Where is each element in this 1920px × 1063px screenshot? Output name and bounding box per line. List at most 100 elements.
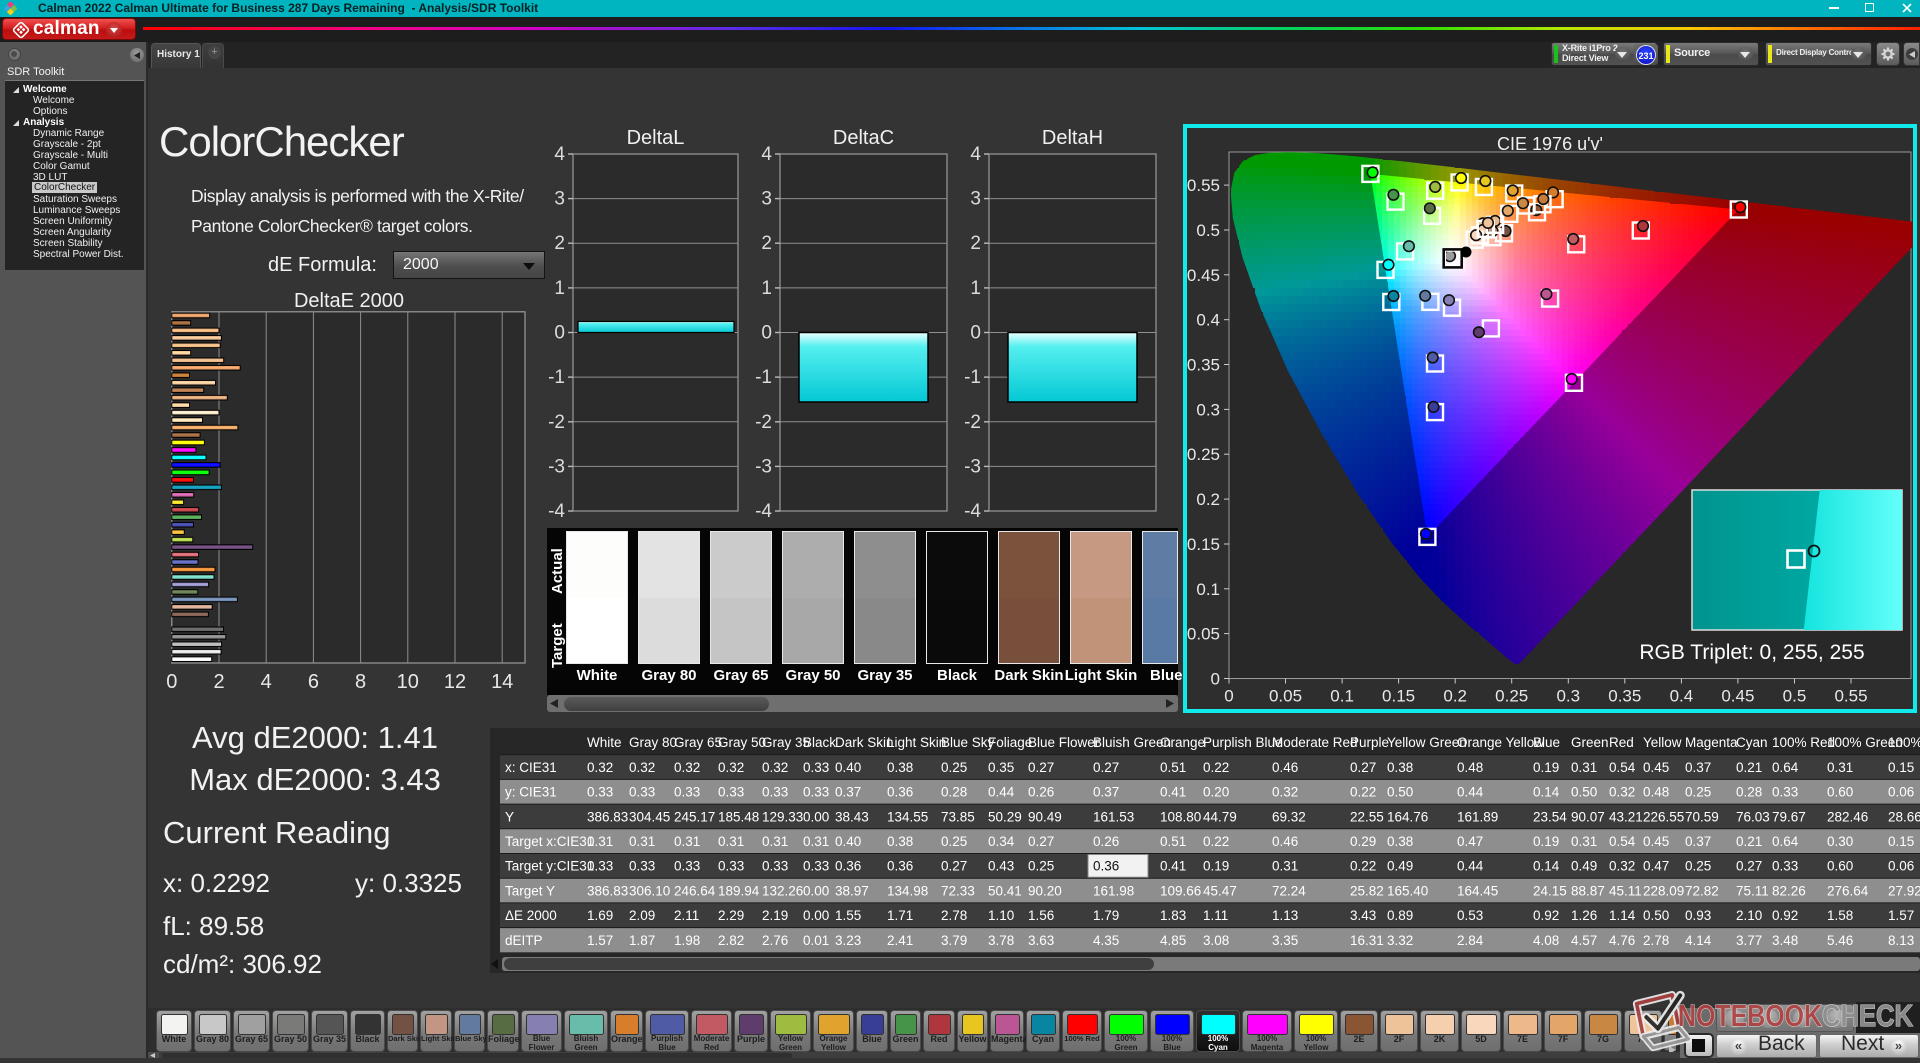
svg-text:4.14: 4.14 (1685, 933, 1712, 948)
svg-text:73.85: 73.85 (941, 809, 975, 824)
svg-text:282.46: 282.46 (1827, 809, 1868, 824)
svg-text:dEITP: dEITP (505, 933, 543, 948)
svg-text:0.26: 0.26 (1028, 785, 1054, 800)
svg-text:16.31: 16.31 (1350, 933, 1384, 948)
svg-text:0.33: 0.33 (587, 785, 613, 800)
svg-text:0.33: 0.33 (718, 785, 744, 800)
svg-text:Orange Yellow: Orange Yellow (1457, 735, 1544, 750)
svg-text:DeltaE 2000: DeltaE 2000 (294, 290, 404, 312)
svg-text:2.78: 2.78 (1643, 933, 1669, 948)
svg-text:79.67: 79.67 (1772, 809, 1806, 824)
svg-text:1: 1 (970, 278, 981, 299)
svg-text:Black: Black (803, 735, 836, 750)
svg-text:Dark Skin: Dark Skin (835, 735, 894, 750)
svg-text:0.44: 0.44 (1457, 859, 1484, 874)
svg-text:72.24: 72.24 (1272, 883, 1306, 898)
svg-text:2.19: 2.19 (762, 908, 788, 923)
svg-text:0.22: 0.22 (1350, 785, 1376, 800)
svg-text:-1: -1 (755, 367, 772, 388)
svg-text:2: 2 (970, 233, 981, 254)
svg-text:72.82: 72.82 (1685, 883, 1719, 898)
svg-text:0.31: 0.31 (1571, 760, 1597, 775)
svg-text:0: 0 (554, 323, 565, 344)
svg-text:0.35: 0.35 (988, 760, 1014, 775)
svg-text:27.92: 27.92 (1888, 883, 1920, 898)
svg-text:4.35: 4.35 (1093, 933, 1119, 948)
svg-text:Gray 65: Gray 65 (674, 735, 722, 750)
svg-text:-2: -2 (548, 412, 565, 433)
svg-text:161.53: 161.53 (1093, 809, 1134, 824)
svg-text:0.31: 0.31 (674, 834, 700, 849)
svg-text:Green: Green (1571, 735, 1609, 750)
svg-text:0.50: 0.50 (1571, 785, 1597, 800)
svg-text:DeltaL: DeltaL (627, 127, 685, 149)
svg-text:0.44: 0.44 (988, 785, 1015, 800)
svg-text:245.17: 245.17 (674, 809, 715, 824)
svg-text:1.56: 1.56 (1028, 908, 1054, 923)
svg-text:0.19: 0.19 (1533, 834, 1559, 849)
svg-text:1.69: 1.69 (587, 908, 613, 923)
svg-text:1.55: 1.55 (835, 908, 861, 923)
svg-text:386.83: 386.83 (587, 809, 628, 824)
svg-text:0.32: 0.32 (718, 760, 744, 775)
svg-text:Red: Red (1609, 735, 1634, 750)
svg-text:25.82: 25.82 (1350, 883, 1384, 898)
svg-text:0.25: 0.25 (1685, 859, 1711, 874)
svg-text:2.82: 2.82 (718, 933, 744, 948)
svg-text:164.45: 164.45 (1457, 883, 1498, 898)
svg-text:0.31: 0.31 (587, 834, 613, 849)
svg-text:0.27: 0.27 (1028, 834, 1054, 849)
svg-text:8: 8 (355, 671, 366, 693)
svg-text:0.31: 0.31 (1272, 859, 1298, 874)
svg-text:Yellow: Yellow (1643, 735, 1682, 750)
svg-text:0.51: 0.51 (1160, 760, 1186, 775)
svg-text:Blue Flower: Blue Flower (1028, 735, 1100, 750)
svg-text:-3: -3 (548, 456, 565, 477)
svg-text:4.57: 4.57 (1571, 933, 1597, 948)
svg-text:12: 12 (444, 671, 466, 693)
svg-text:2: 2 (761, 233, 772, 254)
svg-text:0.31: 0.31 (718, 834, 744, 849)
svg-text:0.31: 0.31 (629, 834, 655, 849)
svg-text:Target x:CIE31: Target x:CIE31 (505, 834, 594, 849)
svg-text:0.22: 0.22 (1350, 859, 1376, 874)
svg-text:0.44: 0.44 (1457, 785, 1484, 800)
svg-text:4: 4 (761, 144, 772, 165)
svg-text:23.54: 23.54 (1533, 809, 1567, 824)
svg-text:3: 3 (761, 189, 772, 210)
svg-text:0.41: 0.41 (1160, 859, 1186, 874)
svg-text:45.47: 45.47 (1203, 883, 1237, 898)
svg-text:0.27: 0.27 (941, 859, 967, 874)
svg-text:-4: -4 (964, 501, 981, 522)
svg-text:1.10: 1.10 (988, 908, 1014, 923)
svg-text:0: 0 (970, 323, 981, 344)
svg-text:1.13: 1.13 (1272, 908, 1298, 923)
svg-text:0.49: 0.49 (1387, 859, 1413, 874)
svg-text:0.00: 0.00 (803, 809, 829, 824)
svg-text:0.21: 0.21 (1736, 760, 1762, 775)
svg-text:100%: 100% (1888, 735, 1920, 750)
svg-text:-2: -2 (755, 412, 772, 433)
svg-text:72.33: 72.33 (941, 883, 975, 898)
svg-text:0.01: 0.01 (803, 933, 829, 948)
svg-text:0.26: 0.26 (1093, 834, 1119, 849)
svg-text:5.46: 5.46 (1827, 933, 1853, 948)
svg-text:0.28: 0.28 (1736, 785, 1762, 800)
svg-text:0.33: 0.33 (629, 859, 655, 874)
svg-text:0.41: 0.41 (1160, 785, 1186, 800)
svg-text:386.83: 386.83 (587, 883, 628, 898)
svg-text:1.57: 1.57 (1888, 908, 1914, 923)
svg-text:185.48: 185.48 (718, 809, 759, 824)
svg-text:0.92: 0.92 (1772, 908, 1798, 923)
svg-text:Moderate Red: Moderate Red (1272, 735, 1358, 750)
svg-text:3.79: 3.79 (941, 933, 967, 948)
svg-text:0.33: 0.33 (803, 785, 829, 800)
svg-text:0.25: 0.25 (941, 760, 967, 775)
svg-text:DeltaH: DeltaH (1042, 127, 1103, 149)
svg-text:2.11: 2.11 (674, 908, 699, 923)
svg-text:-1: -1 (548, 367, 565, 388)
svg-text:24.15: 24.15 (1533, 883, 1567, 898)
svg-text:3.35: 3.35 (1272, 933, 1298, 948)
svg-text:108.80: 108.80 (1160, 809, 1201, 824)
svg-text:50.41: 50.41 (988, 883, 1022, 898)
